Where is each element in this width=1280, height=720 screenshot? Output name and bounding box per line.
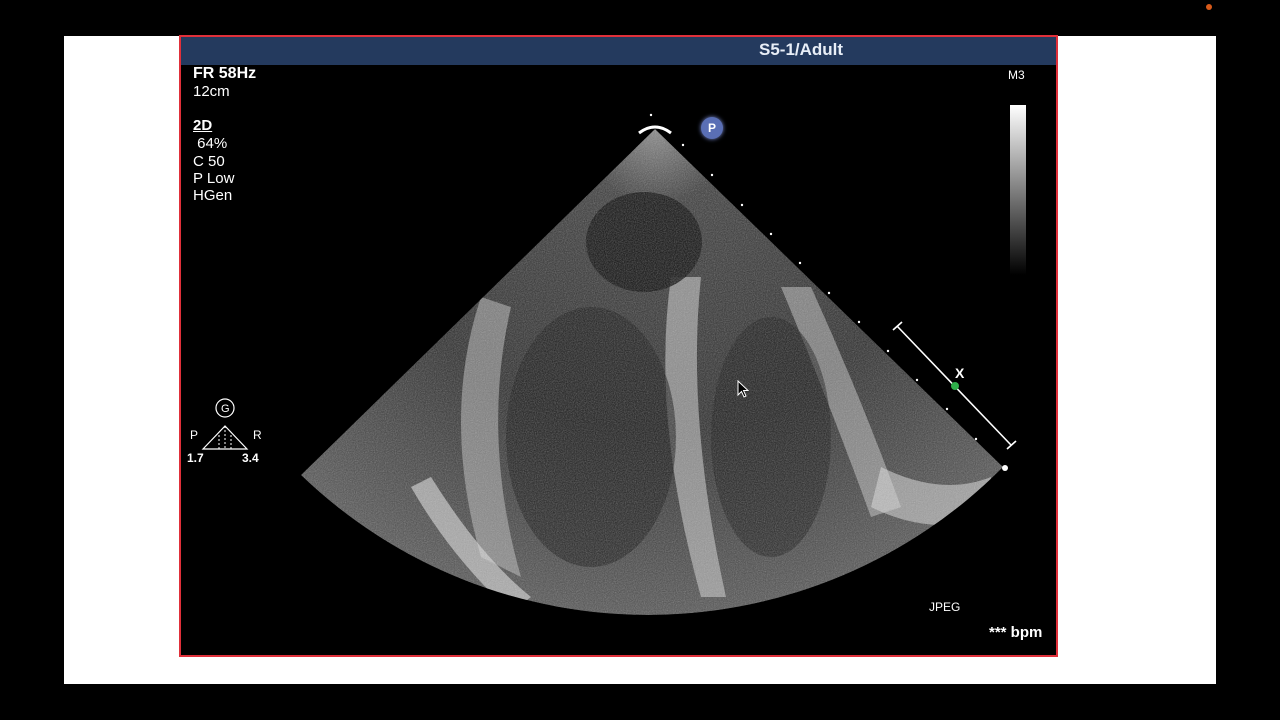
probe-marker: P [701, 117, 723, 139]
format-label: JPEG [929, 600, 961, 614]
harmonic: HGen [193, 187, 233, 204]
echo-sector-image [301, 113, 1017, 615]
recording-indicator-icon [1206, 4, 1212, 10]
orientation-top-label: G [221, 403, 230, 415]
mouse-pointer-icon [737, 380, 750, 398]
grayscale-bar [1010, 105, 1026, 275]
compression: C 50 [193, 153, 225, 170]
frame-rate: FR 58Hz [193, 65, 257, 82]
depth: 12cm [193, 83, 230, 100]
ultrasound-viewer: S5-1/Adult X P FR 58Hz 12cm 2D 64% C 50 … [179, 35, 1058, 657]
orientation-right-label: R [253, 428, 262, 442]
scale-marker-label: X [955, 365, 965, 381]
orientation-left-value: 1.7 [187, 451, 204, 465]
heart-rate: *** bpm [989, 624, 1043, 641]
orientation-left-label: P [190, 428, 199, 442]
map-label: M3 [1008, 68, 1025, 82]
power: P Low [193, 170, 235, 187]
orientation-right-value: 3.4 [242, 451, 259, 465]
mode-label: 2D [193, 117, 213, 134]
gain: 64% [193, 135, 228, 152]
scale-marker-dot [951, 382, 959, 390]
